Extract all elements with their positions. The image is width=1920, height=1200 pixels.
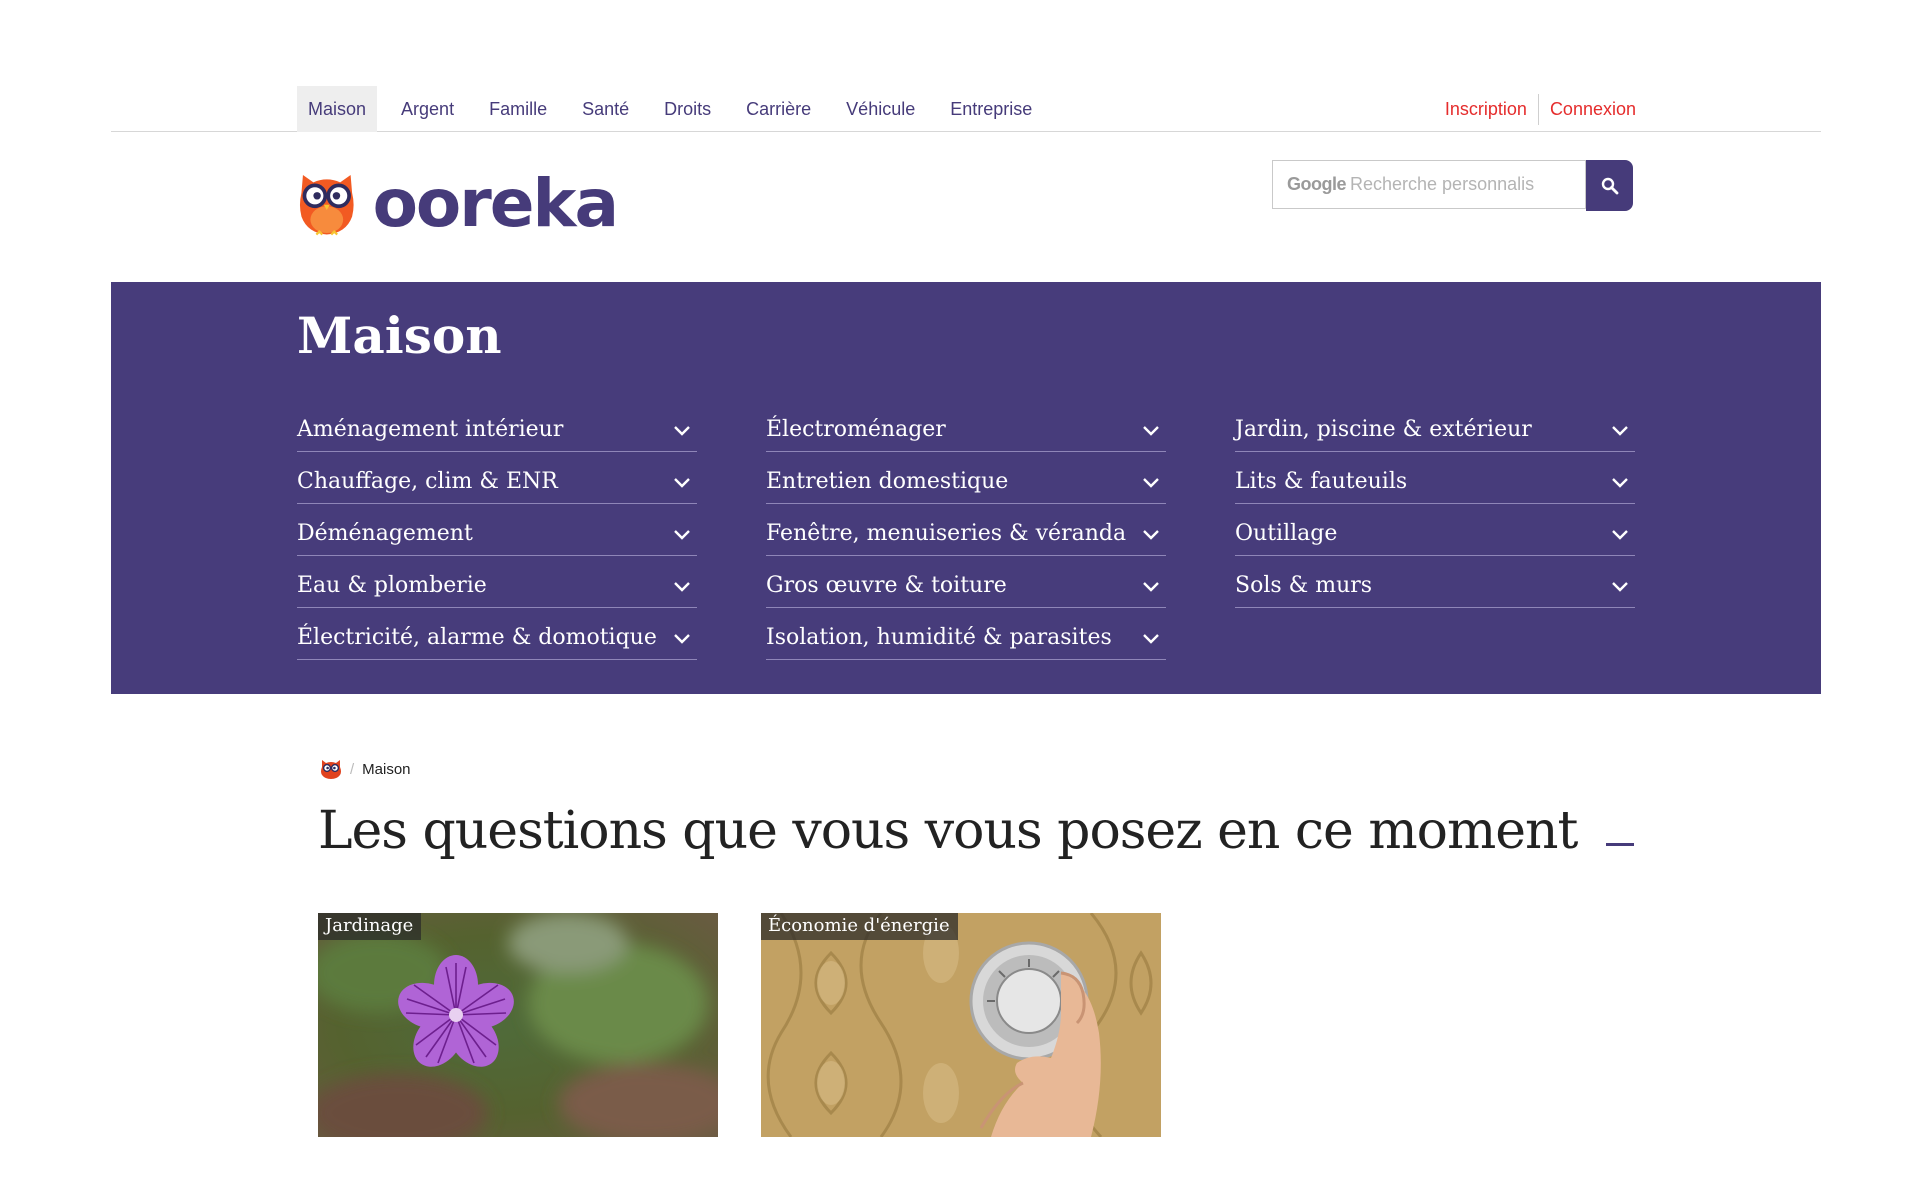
tab-maison[interactable]: Maison <box>297 86 378 132</box>
chevron-down-icon <box>1143 530 1159 540</box>
menu-column-2: Électroménager Entretien domestique Fenê… <box>766 408 1166 668</box>
menu-item-outillage[interactable]: Outillage <box>1235 512 1635 564</box>
thermostat-image <box>761 913 1161 1137</box>
search-icon <box>1601 177 1618 194</box>
search-input[interactable]: Google Recherche personnalis <box>1272 160 1586 209</box>
menu-item-label: Lits & fauteuils <box>1235 468 1408 494</box>
menu-item-chauffage[interactable]: Chauffage, clim & ENR <box>297 460 697 512</box>
chevron-down-icon <box>1143 478 1159 488</box>
card-tag: Économie d'énergie <box>761 913 958 940</box>
chevron-down-icon <box>1612 426 1628 436</box>
category-title: Maison <box>297 306 502 365</box>
page: Maison Argent Famille Santé Droits Carri… <box>0 0 1920 1200</box>
chevron-down-icon <box>674 530 690 540</box>
connexion-link[interactable]: Connexion <box>1539 99 1647 120</box>
search-bar: Google Recherche personnalis <box>1272 160 1634 211</box>
category-tabs: Maison Argent Famille Santé Droits Carri… <box>297 86 1056 132</box>
menu-item-label: Entretien domestique <box>766 468 1009 494</box>
site-logo[interactable]: ooreka <box>297 158 619 250</box>
menu-item-amenagement-interieur[interactable]: Aménagement intérieur <box>297 408 697 460</box>
owl-icon[interactable] <box>320 758 342 780</box>
chevron-down-icon <box>674 582 690 592</box>
chevron-down-icon <box>1612 530 1628 540</box>
card-jardinage[interactable]: Jardinage <box>318 913 718 1137</box>
menu-item-jardin[interactable]: Jardin, piscine & extérieur <box>1235 408 1635 460</box>
menu-item-label: Déménagement <box>297 520 473 546</box>
menu-item-lits[interactable]: Lits & fauteuils <box>1235 460 1635 512</box>
breadcrumb-current: Maison <box>362 760 411 778</box>
menu-item-label: Électroménager <box>766 416 946 442</box>
menu-item-electromenager[interactable]: Électroménager <box>766 408 1166 460</box>
tab-carriere[interactable]: Carrière <box>735 86 822 132</box>
chevron-down-icon <box>1143 582 1159 592</box>
tab-droits[interactable]: Droits <box>653 86 722 132</box>
menu-column-1: Aménagement intérieur Chauffage, clim & … <box>297 408 697 668</box>
flower-image <box>318 913 718 1137</box>
search-placeholder: Recherche personnalis <box>1350 174 1535 194</box>
menu-item-label: Gros œuvre & toiture <box>766 572 1007 598</box>
owl-logo-icon <box>299 174 354 236</box>
breadcrumb-separator: / <box>350 760 355 778</box>
chevron-down-icon <box>1612 582 1628 592</box>
tab-entreprise[interactable]: Entreprise <box>939 86 1043 132</box>
menu-item-electricite[interactable]: Électricité, alarme & domotique <box>297 616 697 668</box>
chevron-down-icon <box>674 426 690 436</box>
chevron-down-icon <box>1612 478 1628 488</box>
card-economie-energie[interactable]: Économie d'énergie <box>761 913 1161 1137</box>
tab-argent[interactable]: Argent <box>390 86 465 132</box>
collapse-icon[interactable] <box>1606 843 1634 846</box>
menu-item-label: Eau & plomberie <box>297 572 487 598</box>
section-title: Les questions que vous vous posez en ce … <box>318 801 1578 861</box>
chevron-down-icon <box>674 634 690 644</box>
menu-item-sols-murs[interactable]: Sols & murs <box>1235 564 1635 616</box>
menu-item-fenetre[interactable]: Fenêtre, menuiseries & véranda <box>766 512 1166 564</box>
chevron-down-icon <box>674 478 690 488</box>
top-navigation: Maison Argent Famille Santé Droits Carri… <box>111 86 1821 132</box>
google-brand-label: Google <box>1287 174 1347 194</box>
menu-item-entretien[interactable]: Entretien domestique <box>766 460 1166 512</box>
menu-item-isolation[interactable]: Isolation, humidité & parasites <box>766 616 1166 668</box>
menu-item-label: Outillage <box>1235 520 1338 546</box>
tab-sante[interactable]: Santé <box>571 86 640 132</box>
logo-wordmark: ooreka <box>372 165 619 242</box>
menu-item-demenagement[interactable]: Déménagement <box>297 512 697 564</box>
menu-item-label: Aménagement intérieur <box>297 416 564 442</box>
menu-item-label: Sols & murs <box>1235 572 1373 598</box>
account-links: Inscription Connexion <box>1434 93 1647 125</box>
chevron-down-icon <box>1143 634 1159 644</box>
inscription-link[interactable]: Inscription <box>1434 99 1538 120</box>
chevron-down-icon <box>1143 426 1159 436</box>
menu-item-label: Fenêtre, menuiseries & véranda <box>766 520 1127 546</box>
search-button[interactable] <box>1586 160 1633 211</box>
card-tag: Jardinage <box>318 913 422 940</box>
menu-item-gros-oeuvre[interactable]: Gros œuvre & toiture <box>766 564 1166 616</box>
menu-item-eau-plomberie[interactable]: Eau & plomberie <box>297 564 697 616</box>
menu-item-label: Chauffage, clim & ENR <box>297 468 558 494</box>
menu-column-3: Jardin, piscine & extérieur Lits & faute… <box>1235 408 1635 616</box>
menu-item-label: Électricité, alarme & domotique <box>297 624 657 650</box>
category-menu: Maison Aménagement intérieur Chauffage, … <box>111 282 1821 694</box>
breadcrumb: / Maison <box>320 758 411 780</box>
menu-item-label: Isolation, humidité & parasites <box>766 624 1112 650</box>
menu-item-label: Jardin, piscine & extérieur <box>1235 416 1532 442</box>
tab-vehicule[interactable]: Véhicule <box>835 86 926 132</box>
tab-famille[interactable]: Famille <box>478 86 558 132</box>
